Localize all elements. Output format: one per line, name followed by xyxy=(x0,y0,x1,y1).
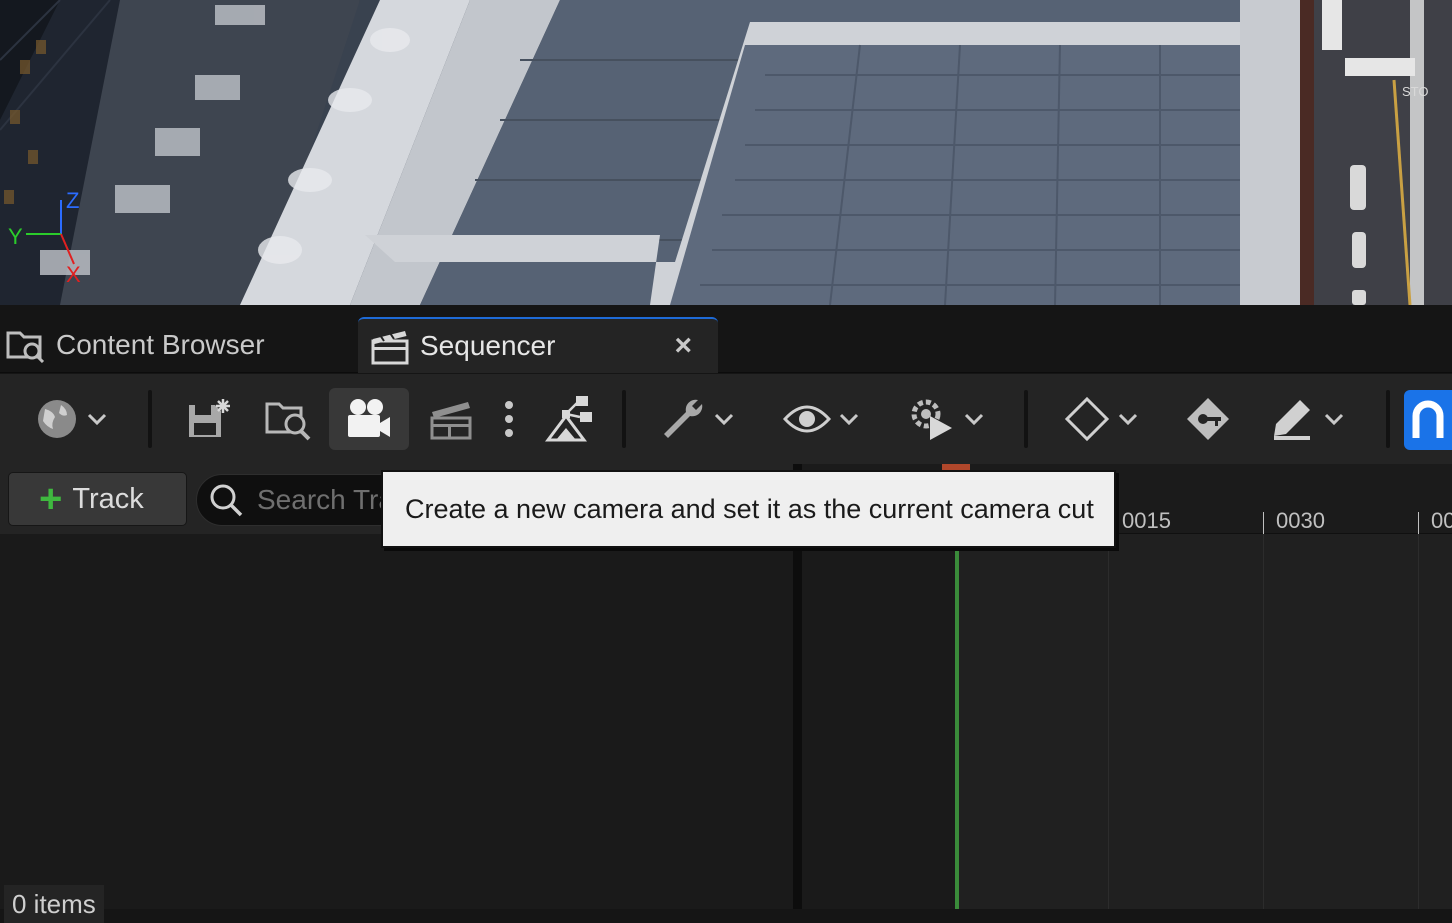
chevron-down-icon xyxy=(87,413,107,425)
view-options-button[interactable] xyxy=(776,388,866,450)
plus-icon: + xyxy=(39,477,63,521)
browse-sequence-button[interactable] xyxy=(256,388,320,450)
toolbar-separator xyxy=(1024,390,1028,448)
tab-content-browser-label: Content Browser xyxy=(56,329,265,360)
sequencer-toolbar xyxy=(0,374,1452,464)
save-button[interactable] xyxy=(176,388,240,450)
axis-gizmo: Z Y X xyxy=(8,188,81,286)
tab-content-browser[interactable]: Content Browser xyxy=(0,317,355,373)
ruler-label: 0030 xyxy=(1276,508,1325,533)
eye-icon xyxy=(783,405,831,433)
create-camera-tooltip: Create a new camera and set it as the cu… xyxy=(381,470,1116,548)
playhead-line[interactable] xyxy=(955,548,959,909)
playback-settings-icon xyxy=(911,399,952,440)
edit-mode-button[interactable] xyxy=(1262,388,1352,450)
folder-search-icon xyxy=(4,325,48,365)
tab-sequencer-label: Sequencer xyxy=(420,330,556,361)
render-movie-icon xyxy=(430,402,472,440)
axis-x-label: X xyxy=(66,262,81,286)
street-sign-text: STO xyxy=(1402,84,1429,99)
create-camera-button[interactable] xyxy=(329,388,409,450)
tooltip-text: Create a new camera and set it as the cu… xyxy=(405,493,1094,524)
browse-folder-icon xyxy=(265,402,311,441)
axis-y-label: Y xyxy=(8,224,23,249)
key-tag-icon xyxy=(1187,398,1229,440)
ruler-label: 0015 xyxy=(1122,508,1171,533)
world-settings-button[interactable] xyxy=(26,388,116,450)
panel-tab-strip: Content Browser Sequencer × xyxy=(0,305,1452,373)
render-movie-button[interactable] xyxy=(420,388,480,450)
key-all-button[interactable] xyxy=(1178,388,1238,450)
tools-menu-button[interactable] xyxy=(652,388,742,450)
toolbar-separator xyxy=(148,390,152,448)
toolbar-separator xyxy=(1386,390,1390,448)
chevron-down-icon xyxy=(714,413,734,425)
director-blueprint-button[interactable] xyxy=(540,388,600,450)
grid-line xyxy=(1418,534,1419,909)
chevron-down-icon xyxy=(964,413,984,425)
magnet-icon xyxy=(1412,400,1444,438)
save-icon xyxy=(189,399,230,437)
items-count-label: 0 items xyxy=(4,885,104,923)
level-viewport[interactable]: Z Y X STO xyxy=(0,0,1452,305)
ruler-tick xyxy=(1418,512,1419,534)
tab-sequencer[interactable]: Sequencer × xyxy=(358,317,718,373)
chevron-down-icon xyxy=(839,413,859,425)
key-diamond-icon xyxy=(1064,396,1110,442)
chevron-down-icon xyxy=(1324,413,1344,425)
director-blueprint-icon xyxy=(545,396,592,442)
key-interpolation-button[interactable] xyxy=(1056,388,1146,450)
ruler-label: 0045 xyxy=(1431,508,1452,533)
grid-line xyxy=(1108,534,1109,909)
out-of-range-shade xyxy=(802,534,957,909)
playback-options-button[interactable] xyxy=(898,388,994,450)
toolbar-separator xyxy=(622,390,626,448)
clapperboard-icon xyxy=(368,326,412,366)
grid-line xyxy=(1263,534,1264,909)
ruler-tick xyxy=(1263,512,1264,534)
close-tab-button[interactable]: × xyxy=(674,329,692,363)
add-track-button[interactable]: + Track xyxy=(8,472,187,526)
viewport-scene xyxy=(0,0,1452,305)
more-options-icon xyxy=(505,401,513,437)
snapping-toggle-button[interactable] xyxy=(1404,390,1452,450)
chevron-down-icon xyxy=(1118,413,1138,425)
axis-z-label: Z xyxy=(66,188,79,213)
create-camera-icon xyxy=(348,399,390,437)
pencil-icon xyxy=(1274,400,1310,440)
search-icon xyxy=(210,484,243,517)
wrench-icon xyxy=(664,399,703,438)
more-options-button[interactable] xyxy=(494,388,524,450)
world-icon xyxy=(38,400,76,438)
add-track-label: Track xyxy=(72,482,144,515)
